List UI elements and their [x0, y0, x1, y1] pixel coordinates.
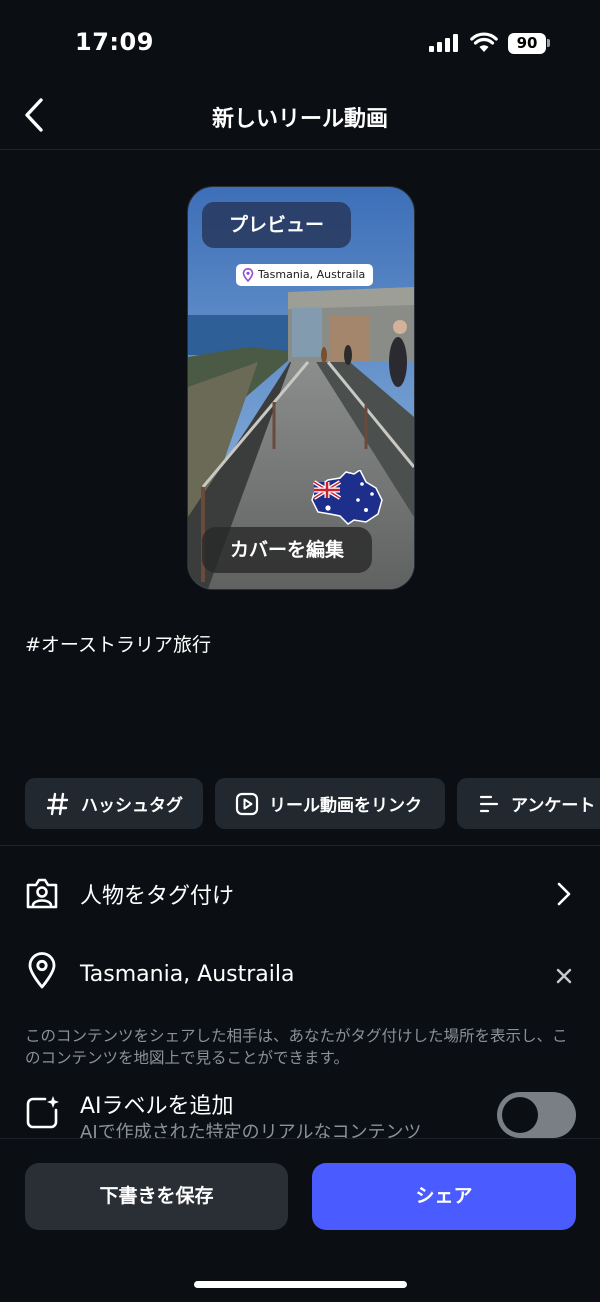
location-sticker[interactable]: Tasmania, Austraila	[236, 264, 374, 286]
save-draft-button[interactable]: 下書きを保存	[25, 1163, 288, 1230]
link-reel-chip-label: リール動画をリンク	[269, 796, 422, 816]
ai-label-toggle-knob	[502, 1097, 538, 1133]
reel-link-icon	[235, 792, 259, 815]
hashtag-chip-label: ハッシュタグ	[81, 796, 183, 816]
share-button[interactable]: シェア	[312, 1163, 576, 1230]
caption-text[interactable]: #オーストラリア旅行	[25, 630, 211, 657]
preview-button[interactable]: プレビュー	[202, 202, 351, 248]
location-pin-icon	[23, 952, 61, 990]
header-divider	[0, 149, 600, 150]
ai-label-icon	[23, 1094, 61, 1132]
battery-nub	[547, 39, 550, 47]
australia-flag-sticker[interactable]	[310, 470, 386, 526]
location-note: このコンテンツをシェアした相手は、あなたがタグ付けした場所を表示し、このコンテン…	[25, 1027, 568, 1067]
remove-location-button[interactable]	[552, 964, 576, 988]
tag-people-icon	[23, 874, 61, 912]
wifi-icon	[470, 32, 498, 52]
status-time: 17:09	[75, 28, 154, 56]
tag-people-row[interactable]: 人物をタグ付け	[80, 878, 234, 910]
page-title: 新しいリール動画	[211, 107, 388, 132]
poll-icon	[479, 795, 499, 812]
location-row[interactable]: Tasmania, Austraila	[80, 962, 295, 987]
hashtag-chip[interactable]: ハッシュタグ	[25, 778, 203, 829]
edit-cover-button[interactable]: カバーを編集	[202, 527, 372, 573]
chevron-right-icon[interactable]	[552, 880, 576, 908]
location-sticker-text: Tasmania, Austraila	[258, 268, 366, 281]
ai-label-title: AIラベルを追加	[80, 1094, 234, 1119]
link-reel-chip[interactable]: リール動画をリンク	[215, 778, 445, 829]
close-icon	[556, 968, 572, 984]
hashtag-icon	[47, 792, 69, 815]
section-divider	[0, 845, 600, 846]
poll-chip-label: アンケート	[511, 796, 596, 816]
battery-indicator: 90	[508, 33, 546, 54]
location-pin-icon	[242, 268, 254, 282]
poll-chip[interactable]: アンケート	[457, 778, 600, 829]
cell-signal-icon	[429, 34, 458, 52]
home-indicator[interactable]	[194, 1281, 407, 1288]
